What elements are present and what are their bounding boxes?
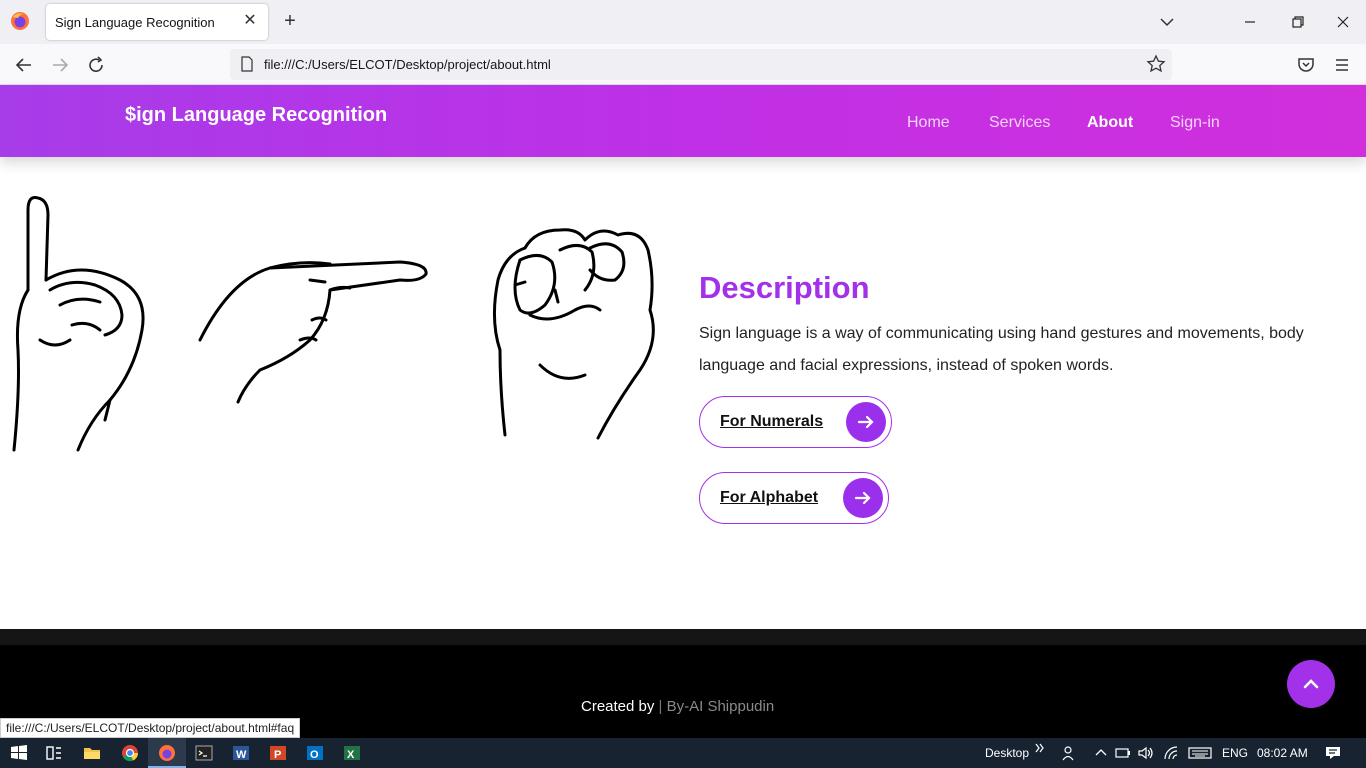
svg-text:W: W <box>236 749 247 761</box>
footer-author-link[interactable]: By-AI Shippudin <box>667 698 775 715</box>
description-text: Sign language is a way of communicating … <box>699 325 1304 374</box>
address-bar[interactable]: file:///C:/Users/ELCOT/Desktop/project/a… <box>230 49 1172 80</box>
chrome-icon[interactable] <box>121 744 139 762</box>
footer-credit: Created by | By-AI Shippudin <box>581 698 774 715</box>
menu-icon[interactable] <box>1330 53 1354 77</box>
nav-link-about[interactable]: About <box>1087 114 1133 132</box>
restore-icon[interactable] <box>1285 10 1309 34</box>
reload-icon[interactable] <box>84 53 108 77</box>
notifications-icon[interactable] <box>1324 744 1342 762</box>
windows-start-icon[interactable] <box>10 744 28 762</box>
keyboard-icon[interactable] <box>1188 744 1212 762</box>
page-icon[interactable] <box>239 56 255 72</box>
file-explorer-icon[interactable] <box>83 744 101 762</box>
word-icon[interactable]: W <box>232 744 250 762</box>
browser-tab-strip: Sign Language Recognition ✕ + <box>0 0 1366 44</box>
minimize-icon[interactable] <box>1238 10 1262 34</box>
bookmark-star-icon[interactable] <box>1146 54 1166 74</box>
outlook-icon[interactable]: O <box>306 744 324 762</box>
site-header: $ign Language Recognition Home Services … <box>0 85 1366 157</box>
toolbar-expand-icon[interactable] <box>1034 742 1046 754</box>
chevron-up-icon <box>1303 679 1319 689</box>
excel-icon[interactable]: X <box>343 744 361 762</box>
firefox-taskbar-icon[interactable] <box>158 744 176 762</box>
desktop-toolbar-label[interactable]: Desktop <box>985 746 1029 760</box>
site-brand[interactable]: $ign Language Recognition <box>125 104 387 127</box>
sign-hands-illustration <box>12 196 655 452</box>
nav-link-home[interactable]: Home <box>907 114 950 132</box>
close-window-icon[interactable] <box>1331 10 1355 34</box>
nav-link-services[interactable]: Services <box>989 114 1050 132</box>
footer-band <box>0 629 1366 645</box>
nav-link-sign-in[interactable]: Sign-in <box>1170 114 1220 132</box>
browser-tab[interactable]: Sign Language Recognition ✕ <box>46 4 268 40</box>
hand-pointing-image <box>198 260 428 404</box>
chevron-down-icon[interactable] <box>1157 12 1177 32</box>
chevron-up-icon[interactable] <box>1092 744 1110 762</box>
wifi-icon[interactable] <box>1162 744 1180 762</box>
for-numerals-button[interactable]: For Numerals <box>699 396 892 448</box>
browser-nav-bar: file:///C:/Users/ELCOT/Desktop/project/a… <box>0 44 1366 85</box>
arrow-right-icon[interactable] <box>843 478 883 518</box>
for-alphabet-button[interactable]: For Alphabet <box>699 472 889 524</box>
arrow-right-icon[interactable] <box>846 402 886 442</box>
url-text[interactable]: file:///C:/Users/ELCOT/Desktop/project/a… <box>264 57 551 72</box>
forward-icon[interactable] <box>48 53 72 77</box>
hand-fist-image <box>492 228 655 440</box>
people-icon[interactable] <box>1061 744 1079 762</box>
created-by-text: Created by <box>581 698 655 715</box>
volume-icon[interactable] <box>1137 744 1155 762</box>
for-alphabet-label[interactable]: For Alphabet <box>720 489 818 507</box>
input-language-label[interactable]: ENG <box>1222 746 1248 760</box>
link-status-tooltip: file:///C:/Users/ELCOT/Desktop/project/a… <box>0 718 301 738</box>
close-tab-icon[interactable]: ✕ <box>240 11 260 31</box>
battery-icon[interactable] <box>1114 744 1132 762</box>
firefox-icon[interactable] <box>9 10 31 32</box>
powerpoint-icon[interactable]: P <box>269 744 287 762</box>
footer-separator: | <box>658 698 663 715</box>
clock-time[interactable]: 08:02 AM <box>1257 746 1308 760</box>
for-numerals-label[interactable]: For Numerals <box>720 413 823 431</box>
command-prompt-icon[interactable] <box>195 744 213 762</box>
pocket-icon[interactable] <box>1294 53 1318 77</box>
svg-text:X: X <box>347 749 355 761</box>
description-heading: Description <box>699 270 870 305</box>
tab-title: Sign Language Recognition <box>55 15 215 30</box>
new-tab-icon[interactable]: + <box>280 11 300 31</box>
svg-text:P: P <box>274 749 281 761</box>
back-to-top-button[interactable] <box>1287 660 1335 708</box>
hand-sign-d-image <box>12 196 145 452</box>
task-view-icon[interactable] <box>45 744 63 762</box>
back-icon[interactable] <box>12 53 36 77</box>
windows-taskbar: W P O X Desktop ENG 08:02 AM <box>0 738 1366 768</box>
svg-text:O: O <box>310 749 319 761</box>
